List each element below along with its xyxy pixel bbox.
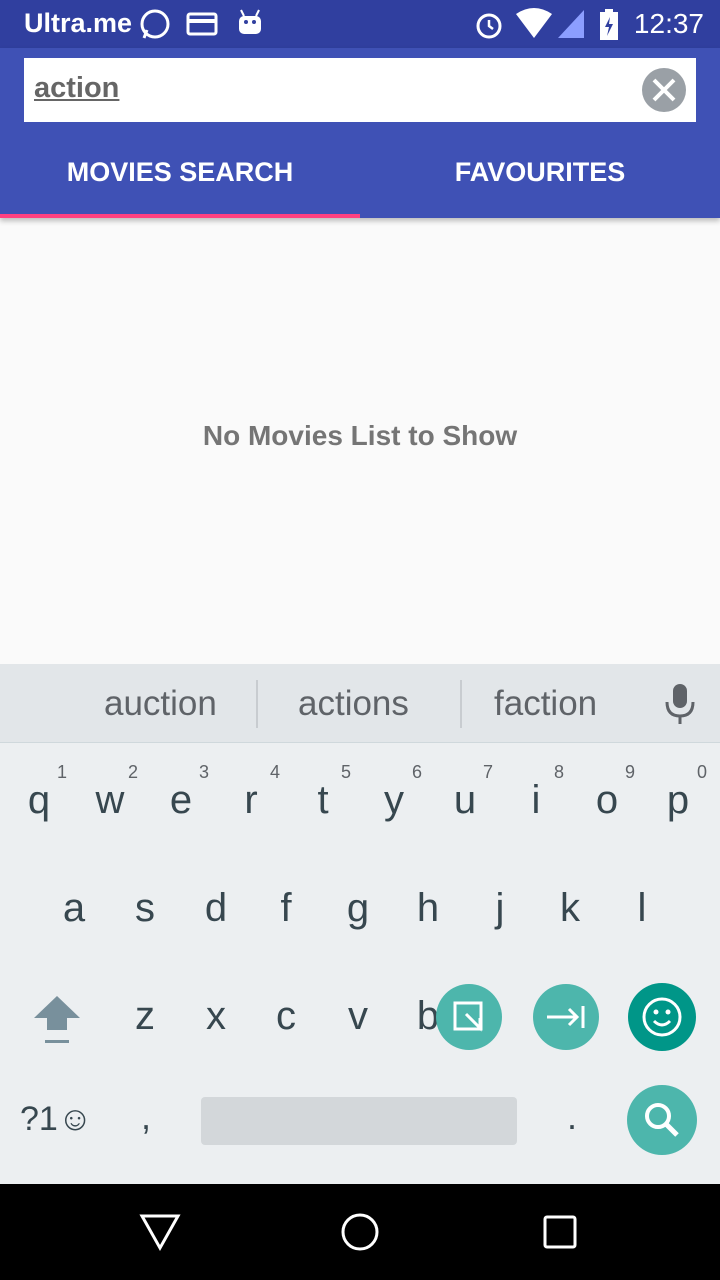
- empty-state-message: No Movies List to Show: [202, 420, 518, 451]
- suggestion-divider: [460, 680, 462, 728]
- android-icon: [239, 9, 261, 34]
- suggestion-actions[interactable]: actions: [298, 684, 409, 724]
- back-icon[interactable]: [138, 1212, 182, 1252]
- key-e[interactable]: e: [151, 778, 211, 823]
- microphone-icon[interactable]: [662, 682, 698, 726]
- whatsapp-icon: [140, 9, 170, 39]
- clear-search-button[interactable]: [642, 68, 686, 112]
- key-d[interactable]: d: [186, 886, 246, 931]
- suggestion-auction[interactable]: auction: [104, 684, 217, 724]
- smiley-icon: [642, 997, 682, 1037]
- key-l[interactable]: l: [612, 886, 672, 931]
- key-j[interactable]: j: [470, 886, 530, 931]
- status-bar: Ultra.me 12:37: [0, 0, 720, 48]
- suggestion-strip: auction actions faction: [0, 664, 720, 743]
- tab-favourites[interactable]: FAVOURITES: [360, 138, 720, 218]
- navigation-bar: [0, 1184, 720, 1280]
- tab-arrow-icon: [547, 1006, 585, 1028]
- alarm-icon: [476, 13, 502, 39]
- key-o[interactable]: o: [577, 778, 637, 823]
- suggestion-divider: [256, 680, 258, 728]
- clock: 12:37: [633, 8, 704, 39]
- carrier-label: Ultra.me: [24, 8, 133, 38]
- key-x[interactable]: x: [186, 994, 246, 1039]
- battery-icon: [600, 9, 618, 40]
- tab-movies-search-label: MOVIES SEARCH: [66, 157, 294, 187]
- search-input[interactable]: action: [24, 58, 696, 122]
- key-y[interactable]: y: [364, 778, 424, 823]
- emoji-button[interactable]: [628, 983, 696, 1051]
- key-g[interactable]: g: [328, 886, 388, 931]
- tab-indicator: [0, 214, 360, 218]
- search-action-key[interactable]: [627, 1085, 697, 1155]
- shift-icon[interactable]: [32, 994, 82, 1046]
- key-h[interactable]: h: [398, 886, 458, 931]
- search-query-text: action: [34, 72, 120, 104]
- card-icon: [186, 12, 218, 36]
- home-icon[interactable]: [338, 1210, 382, 1254]
- key-t[interactable]: t: [293, 778, 353, 823]
- key-r[interactable]: r: [221, 778, 281, 823]
- close-icon: [652, 78, 676, 102]
- recents-icon[interactable]: [540, 1212, 580, 1252]
- tab-key-button[interactable]: [533, 984, 599, 1050]
- key-s[interactable]: s: [115, 886, 175, 931]
- key-z[interactable]: z: [115, 994, 175, 1039]
- paste-bubble-button[interactable]: [436, 984, 502, 1050]
- period-key[interactable]: .: [542, 1096, 602, 1138]
- key-q[interactable]: q: [9, 778, 69, 823]
- key-a[interactable]: a: [44, 886, 104, 931]
- signal-icon: [558, 10, 584, 38]
- suggestion-faction[interactable]: faction: [494, 684, 597, 724]
- key-f[interactable]: f: [256, 886, 316, 931]
- key-u[interactable]: u: [435, 778, 495, 823]
- tab-favourites-label: FAVOURITES: [454, 157, 626, 187]
- clipboard-icon: [453, 1001, 483, 1032]
- tab-movies-search[interactable]: MOVIES SEARCH: [0, 138, 360, 218]
- key-c[interactable]: c: [256, 994, 316, 1039]
- key-v[interactable]: v: [328, 994, 388, 1039]
- space-bar[interactable]: [201, 1097, 517, 1145]
- key-i[interactable]: i: [506, 778, 566, 823]
- wifi-icon: [516, 8, 552, 38]
- key-k[interactable]: k: [540, 886, 600, 931]
- soft-keyboard: auction actions faction 1 2 3 4 5 6 7 8 …: [0, 664, 720, 1184]
- search-icon: [645, 1103, 679, 1137]
- app-bar: action MOVIES SEARCH FAVOURITES: [0, 48, 720, 218]
- comma-key[interactable]: ,: [116, 1096, 176, 1138]
- key-p[interactable]: p: [648, 778, 708, 823]
- key-w[interactable]: w: [80, 778, 140, 823]
- symbols-key[interactable]: ?1☺: [20, 1100, 93, 1139]
